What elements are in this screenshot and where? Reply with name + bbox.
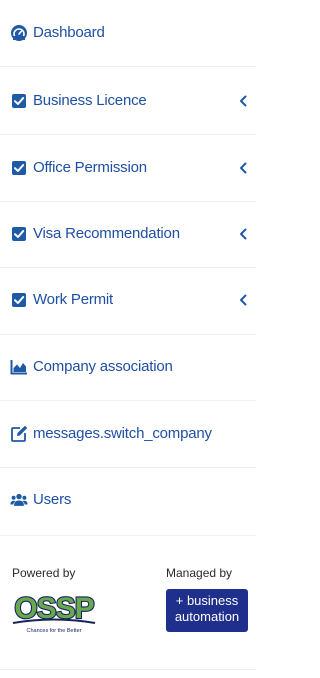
checkbox-icon bbox=[10, 68, 28, 134]
sidebar-item-label: Business Licence bbox=[33, 92, 147, 109]
divider bbox=[0, 535, 256, 536]
edit-icon bbox=[10, 401, 28, 467]
divider bbox=[0, 669, 256, 670]
chevron-left-icon[interactable] bbox=[238, 201, 248, 267]
sidebar-item-label: Visa Recommendation bbox=[33, 225, 180, 242]
chevron-left-icon[interactable] bbox=[238, 267, 248, 333]
sidebar-item-dashboard[interactable]: Dashboard bbox=[0, 0, 256, 66]
managed-by-label: Managed by bbox=[166, 566, 233, 580]
sidebar-item-label: Users bbox=[33, 491, 72, 508]
area-chart-icon bbox=[10, 334, 28, 400]
sidebar-item-visa-recommendation[interactable]: Visa Recommendation bbox=[0, 201, 256, 267]
ba-logo-line2: automation bbox=[174, 609, 240, 624]
ossp-logo[interactable]: OSSP Chances for the Better bbox=[11, 590, 97, 634]
chevron-left-icon[interactable] bbox=[238, 68, 248, 134]
sidebar-item-switch-company[interactable]: messages.switch_company bbox=[0, 401, 256, 467]
ossp-tagline: Chances for the Better bbox=[26, 628, 81, 634]
chevron-left-icon[interactable] bbox=[238, 135, 248, 201]
sidebar-item-label: Office Permission bbox=[33, 159, 147, 176]
business-automation-logo[interactable]: + business automation bbox=[166, 589, 248, 632]
sidebar-footer: Powered by Managed by OSSP Chances for t… bbox=[0, 556, 256, 678]
users-icon bbox=[10, 467, 28, 533]
sidebar-item-work-permit[interactable]: Work Permit bbox=[0, 267, 256, 333]
divider bbox=[0, 66, 256, 67]
powered-by-label: Powered by bbox=[12, 566, 76, 580]
ba-logo-line1: + business bbox=[175, 593, 239, 608]
sidebar-item-label: Work Permit bbox=[33, 291, 114, 308]
sidebar-item-office-permission[interactable]: Office Permission bbox=[0, 135, 256, 201]
sidebar: Dashboard Business Licence Office Permis… bbox=[0, 0, 256, 678]
sidebar-item-users[interactable]: Users bbox=[0, 467, 256, 533]
sidebar-item-label: Company association bbox=[33, 358, 173, 375]
sidebar-item-label: Dashboard bbox=[33, 24, 105, 41]
dashboard-icon bbox=[10, 0, 28, 66]
sidebar-item-business-licence[interactable]: Business Licence bbox=[0, 68, 256, 134]
checkbox-icon bbox=[10, 135, 28, 201]
checkbox-icon bbox=[10, 267, 28, 333]
checkbox-icon bbox=[10, 201, 28, 267]
sidebar-item-label: messages.switch_company bbox=[33, 425, 212, 442]
sidebar-item-company-association[interactable]: Company association bbox=[0, 334, 256, 400]
